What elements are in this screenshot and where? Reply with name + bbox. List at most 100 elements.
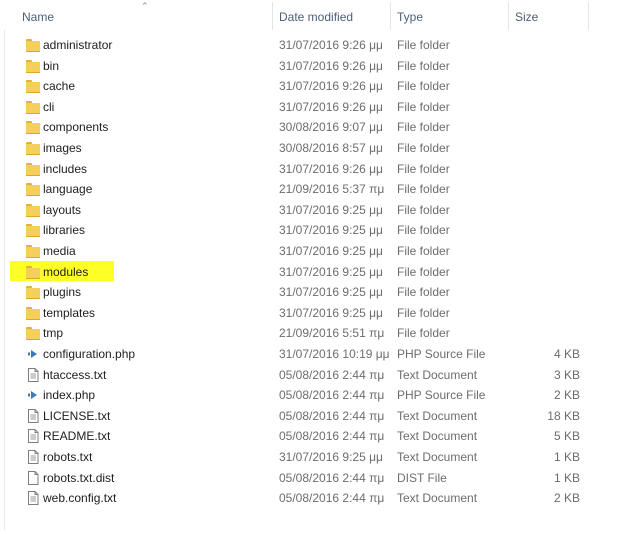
file-date-modified: 31/07/2016 9:25 μμ xyxy=(279,223,383,238)
file-name: robots.txt xyxy=(43,450,93,464)
folder-row[interactable]: components 30/08/2016 9:07 μμ File folder xyxy=(0,117,590,138)
folder-row[interactable]: cache 31/07/2016 9:26 μμ File folder xyxy=(0,76,590,97)
file-type: File folder xyxy=(397,305,450,320)
folder-row[interactable]: cli 31/07/2016 9:26 μμ File folder xyxy=(0,97,590,118)
file-type: File folder xyxy=(397,99,450,114)
file-row[interactable]: robots.txt.dist 05/08/2016 2:44 πμ DIST Fi… xyxy=(0,468,590,489)
file-date-modified: 31/07/2016 9:25 μμ xyxy=(279,244,383,258)
folder-row[interactable]: templates 31/07/2016 9:25 μμ File folder xyxy=(0,303,590,324)
file-type: Text Document xyxy=(397,408,478,423)
file-name: layouts xyxy=(43,202,82,217)
file-type: File folder xyxy=(397,182,450,197)
file-date-modified: 31/07/2016 9:26 μμ xyxy=(279,79,383,94)
file-date-modified: 21/09/2016 5:37 πμ xyxy=(279,182,385,197)
column-divider[interactable] xyxy=(588,2,589,30)
file-type: File folder xyxy=(397,285,450,300)
file-date-modified: 31/07/2016 10:19 μμ xyxy=(279,347,390,361)
column-header-size[interactable]: Size xyxy=(508,0,588,30)
file-type: PHP Source File xyxy=(397,388,486,403)
file-name: robots.txt.dist xyxy=(43,470,115,485)
file-date-modified: 05/08/2016 2:44 πμ xyxy=(279,429,385,444)
folder-icon xyxy=(26,285,40,300)
file-row[interactable]: htaccess.txt 05/08/2016 2:44 πμ Text Docum… xyxy=(0,365,590,386)
folder-icon xyxy=(26,265,40,279)
file-date-modified: 31/07/2016 9:25 μμ xyxy=(279,202,383,217)
file-name: cache xyxy=(43,79,76,94)
file-date-modified: 05/08/2016 2:44 πμ xyxy=(279,408,385,423)
file-date-modified: 05/08/2016 2:44 πμ xyxy=(279,388,385,403)
file-date-modified: 30/08/2016 9:07 μμ xyxy=(279,120,383,135)
file-size: 2 KB xyxy=(553,491,580,506)
folder-row[interactable]: bin 31/07/2016 9:26 μμ File folder xyxy=(0,56,590,77)
file-size: 5 KB xyxy=(553,429,580,444)
folder-row[interactable]: media 31/07/2016 9:25 μμ File folder xyxy=(0,241,590,262)
file-size: 1 KB xyxy=(553,450,580,464)
file-name: plugins xyxy=(43,285,82,300)
folder-icon xyxy=(26,223,40,238)
folder-icon xyxy=(26,38,40,52)
file-size: 4 KB xyxy=(553,347,580,361)
file-date-modified: 31/07/2016 9:26 μμ xyxy=(279,161,383,176)
file-name: configuration.php xyxy=(43,347,136,361)
file-date-modified: 31/07/2016 9:26 μμ xyxy=(279,58,383,73)
column-header-name[interactable]: Name xyxy=(15,0,272,30)
file-type: DIST File xyxy=(397,470,447,485)
file-name: language xyxy=(43,182,93,197)
file-row[interactable]: robots.txt 31/07/2016 9:25 μμ Text Documen… xyxy=(0,447,590,468)
file-size: 18 KB xyxy=(547,408,580,423)
text-document-icon xyxy=(26,367,40,382)
file-name: administrator xyxy=(43,38,113,52)
folder-icon xyxy=(26,244,40,258)
folder-row[interactable]: modules 31/07/2016 9:25 μμ File folder xyxy=(0,260,590,283)
file-type: File folder xyxy=(397,120,450,135)
file-date-modified: 05/08/2016 2:44 πμ xyxy=(279,367,385,382)
file-type: File folder xyxy=(397,161,450,176)
folder-icon xyxy=(26,79,40,94)
text-document-icon xyxy=(26,491,40,506)
folder-row[interactable]: libraries 31/07/2016 9:25 μμ File folder xyxy=(0,220,590,241)
file-date-modified: 31/07/2016 9:26 μμ xyxy=(279,99,383,114)
folder-row[interactable]: layouts 31/07/2016 9:25 μμ File folder xyxy=(0,200,590,221)
file-name: templates xyxy=(43,305,96,320)
file-type: Text Document xyxy=(397,491,478,506)
text-document-icon xyxy=(26,408,40,423)
folder-row[interactable]: administrator 31/07/2016 9:26 μμ File fold… xyxy=(0,35,590,56)
file-row[interactable]: index.php 05/08/2016 2:44 πμ PHP Source Fi… xyxy=(0,385,590,406)
file-type: File folder xyxy=(397,38,450,52)
file-name: bin xyxy=(43,58,60,73)
file-type: File folder xyxy=(397,141,450,155)
column-header-type[interactable]: Type xyxy=(390,0,508,30)
file-row[interactable]: README.txt 05/08/2016 2:44 πμ Text Documen… xyxy=(0,426,590,447)
file-name: libraries xyxy=(43,223,86,238)
column-header-date-modified[interactable]: Date modified xyxy=(272,0,390,30)
text-document-icon xyxy=(26,450,40,464)
file-type: File folder xyxy=(397,264,450,279)
file-date-modified: 05/08/2016 2:44 πμ xyxy=(279,491,385,506)
file-type: PHP Source File xyxy=(397,347,486,361)
file-name: includes xyxy=(43,161,88,176)
file-date-modified: 05/08/2016 2:44 πμ xyxy=(279,470,385,485)
column-header-bar: ⌃ Name Date modified Type Size xyxy=(0,0,622,30)
file-name: images xyxy=(43,141,82,155)
folder-icon xyxy=(26,120,40,135)
folder-icon xyxy=(26,59,40,73)
folder-row[interactable]: language 21/09/2016 5:37 πμ File folder xyxy=(0,179,590,200)
file-name: tmp xyxy=(43,326,64,341)
file-date-modified: 31/07/2016 9:25 μμ xyxy=(279,264,383,279)
file-name: index.php xyxy=(43,388,96,403)
file-type: File folder xyxy=(397,244,450,258)
file-row[interactable]: LICENSE.txt 05/08/2016 2:44 πμ Text Docume… xyxy=(0,406,590,427)
folder-row[interactable]: tmp 21/09/2016 5:51 πμ File folder xyxy=(0,323,590,344)
folder-row[interactable]: images 30/08/2016 8:57 μμ File folder xyxy=(0,138,590,159)
folder-icon xyxy=(26,141,40,155)
file-row[interactable]: configuration.php 31/07/2016 10:19 μμ PHP … xyxy=(0,344,590,365)
folder-icon xyxy=(26,100,40,114)
file-size: 2 KB xyxy=(553,388,580,403)
folder-row[interactable]: plugins 31/07/2016 9:25 μμ File folder xyxy=(0,282,590,303)
file-type: File folder xyxy=(397,79,450,94)
file-type: Text Document xyxy=(397,450,478,464)
php-file-icon xyxy=(26,347,40,361)
file-row[interactable]: web.config.txt 05/08/2016 2:44 πμ Text Doc… xyxy=(0,488,590,509)
folder-row[interactable]: includes 31/07/2016 9:26 μμ File folder xyxy=(0,159,590,180)
file-type: File folder xyxy=(397,58,450,73)
